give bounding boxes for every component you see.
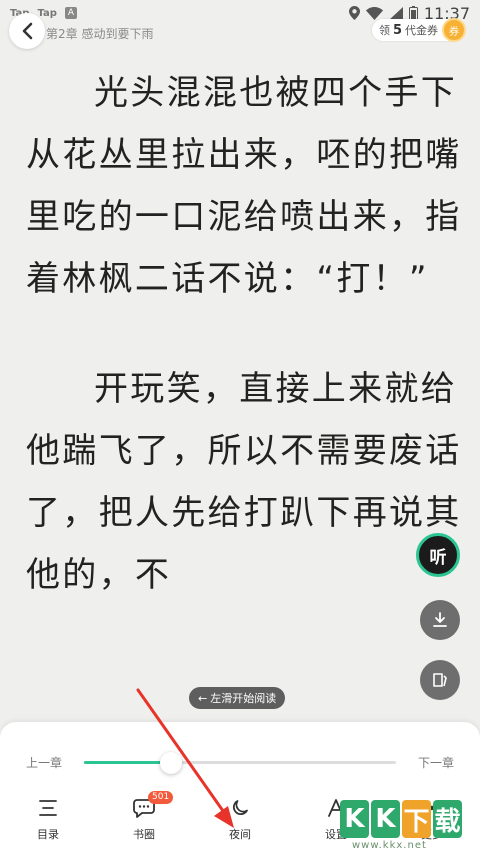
slider-thumb[interactable] xyxy=(160,752,183,774)
a-notification-icon: A xyxy=(64,7,77,19)
back-button[interactable] xyxy=(9,13,45,49)
swipe-hint: ← 左滑开始阅读 xyxy=(189,687,286,709)
download-button[interactable] xyxy=(420,600,460,640)
watermark-letter: K xyxy=(340,800,369,838)
swipe-hint-text: 左滑开始阅读 xyxy=(210,692,277,705)
coupon-prefix: 领 xyxy=(378,24,390,37)
watermark-logo: K K 下 载 www.kkx.net xyxy=(340,800,462,851)
menu-label: 夜间 xyxy=(229,828,251,841)
listen-button[interactable]: 听 xyxy=(416,533,460,577)
menu-item-catalog[interactable]: 目录 xyxy=(12,797,84,847)
reading-content[interactable]: 光头混混也被四个手下从花丛里拉出来，呸的把嘴里吃的一口泥给喷出来，指着林枫二话不… xyxy=(26,62,466,654)
paragraph: 开玩笑，直接上来就给他踹飞了，所以不需要废话了，把人先给打趴下再说其他的，不 xyxy=(26,369,462,595)
coupon-suffix: 代金券 xyxy=(405,24,438,37)
chevron-left-icon xyxy=(22,22,33,40)
watermark-letter: 下 xyxy=(402,800,431,838)
list-icon xyxy=(36,797,60,819)
listen-label: 听 xyxy=(429,547,447,568)
progress-fill xyxy=(84,761,172,764)
download-icon xyxy=(433,612,447,627)
next-chapter-button[interactable]: 下一章 xyxy=(418,754,454,771)
paragraph: 光头混混也被四个手下从花丛里拉出来，呸的把嘴里吃的一口泥给喷出来，指着林枫二话不… xyxy=(26,73,462,299)
menu-item-book-circle[interactable]: 501 书圈 xyxy=(108,791,180,847)
prev-chapter-button[interactable]: 上一章 xyxy=(26,754,62,771)
chapter-progress-slider[interactable] xyxy=(84,752,396,774)
menu-item-night-mode[interactable]: 夜间 xyxy=(204,797,276,847)
coupon-number: 5 xyxy=(392,22,402,38)
menu-label: 目录 xyxy=(37,828,59,841)
coupon-button[interactable]: 领 5 代金券 券 xyxy=(371,18,466,42)
chapter-title: 第2章 感动到要下雨 xyxy=(46,27,154,41)
edit-note-icon xyxy=(433,673,447,687)
moon-icon xyxy=(228,797,252,819)
wifi-icon xyxy=(365,6,383,20)
chapter-progress-row: 上一章 下一章 xyxy=(0,748,480,776)
taptap-notification-icon-2: Tap xyxy=(37,7,57,19)
location-icon xyxy=(348,6,360,20)
notification-badge: 501 xyxy=(148,791,174,804)
note-button[interactable] xyxy=(420,660,460,700)
watermark-letter: K xyxy=(371,800,400,838)
watermark-letter: 载 xyxy=(433,800,462,838)
signal-icon xyxy=(388,6,403,20)
coupon-badge-icon: 券 xyxy=(442,18,466,42)
arrow-left-icon: ← xyxy=(198,691,208,705)
watermark-url: www.kkx.net xyxy=(352,840,427,851)
menu-label: 书圈 xyxy=(133,828,155,841)
